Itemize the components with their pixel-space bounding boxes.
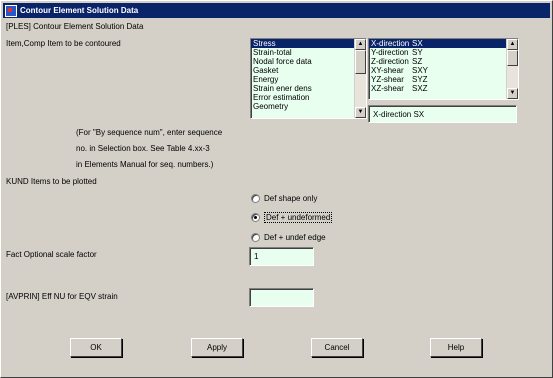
item-list-scrollbar[interactable]: ▲ ▼ <box>354 39 366 118</box>
component-list-scrollbar[interactable]: ▲ ▼ <box>506 39 518 99</box>
component-code: SXZ <box>412 84 428 93</box>
list-item[interactable]: Strain ener dens <box>251 84 366 93</box>
component-name: X-direction <box>371 39 410 48</box>
component-name: Z-direction <box>371 57 409 66</box>
list-item[interactable]: X-direction SX <box>369 39 518 48</box>
app-icon <box>5 4 17 17</box>
component-code: SX <box>412 39 423 48</box>
selection-field[interactable]: X-direction SX <box>368 105 517 123</box>
radio-circle-icon[interactable] <box>251 194 260 203</box>
avprin-label: [AVPRIN] Eff NU for EQV strain <box>6 292 118 301</box>
scroll-thumb[interactable] <box>507 50 518 66</box>
component-code: SXY <box>412 66 429 75</box>
command-label: [PLES] Contour Element Solution Data <box>6 22 144 31</box>
component-listbox[interactable]: X-direction SX Y-direction SY Z-direction SZ X… <box>368 38 519 100</box>
list-item[interactable]: Strain-total <box>251 48 366 57</box>
component-code: SZ <box>412 57 423 66</box>
list-item[interactable]: Stress <box>251 39 366 48</box>
kund-label: KUND Items to be plotted <box>6 177 97 186</box>
help-button[interactable]: Help <box>430 338 482 357</box>
scale-factor-input[interactable]: 1 <box>249 247 314 266</box>
item-listbox[interactable]: Stress Strain-total Nodal force data Gasket… <box>250 38 367 119</box>
component-code: SYZ <box>412 75 428 84</box>
fact-label: Fact Optional scale factor <box>6 250 97 259</box>
list-item[interactable]: Gasket <box>251 66 366 75</box>
ok-button[interactable]: OK <box>70 338 122 357</box>
scroll-thumb[interactable] <box>355 50 366 74</box>
radio-circle-icon[interactable] <box>251 233 260 242</box>
scroll-up-icon[interactable]: ▲ <box>355 39 366 50</box>
component-name: Y-direction <box>371 48 409 57</box>
eff-nu-input[interactable] <box>249 288 314 307</box>
dialog-window: Contour Element Solution Data [PLES] Con… <box>0 0 553 378</box>
component-code: SY <box>412 48 423 57</box>
component-name: XZ-shear <box>371 84 404 93</box>
radio-def-shape-only[interactable]: Def shape only <box>251 194 317 203</box>
radio-def-undef-edge[interactable]: Def + undef edge <box>251 233 326 242</box>
list-item[interactable]: Error estimation <box>251 93 366 102</box>
list-item[interactable]: YZ-shear SYZ <box>369 75 518 84</box>
cancel-button[interactable]: Cancel <box>311 338 363 357</box>
component-name: YZ-shear <box>371 75 404 84</box>
list-item[interactable]: Energy <box>251 75 366 84</box>
note-line-1: (For "By sequence num", enter sequence <box>76 128 223 137</box>
radio-selected-icon[interactable] <box>251 213 260 222</box>
note-line-2: no. in Selection box. See Table 4.xx-3 <box>76 144 210 153</box>
item-comp-label: Item,Comp Item to be contoured <box>6 39 121 48</box>
scroll-down-icon[interactable]: ▼ <box>507 88 518 99</box>
scroll-up-icon[interactable]: ▲ <box>507 39 518 50</box>
window-title: Contour Element Solution Data <box>20 6 139 15</box>
list-item[interactable]: Y-direction SY <box>369 48 518 57</box>
list-item[interactable]: XZ-shear SXZ <box>369 84 518 93</box>
list-item[interactable]: Z-direction SZ <box>369 57 518 66</box>
scroll-down-icon[interactable]: ▼ <box>355 107 366 118</box>
note-line-3: in Elements Manual for seq. numbers.) <box>76 160 214 169</box>
component-name: XY-shear <box>371 66 404 75</box>
radio-def-undeformed[interactable]: Def + undeformed <box>251 212 333 223</box>
list-item[interactable]: Geometry <box>251 102 366 111</box>
title-bar[interactable]: Contour Element Solution Data <box>3 3 550 18</box>
apply-button[interactable]: Apply <box>191 338 243 357</box>
list-item[interactable]: Nodal force data <box>251 57 366 66</box>
list-item[interactable]: XY-shear SXY <box>369 66 518 75</box>
